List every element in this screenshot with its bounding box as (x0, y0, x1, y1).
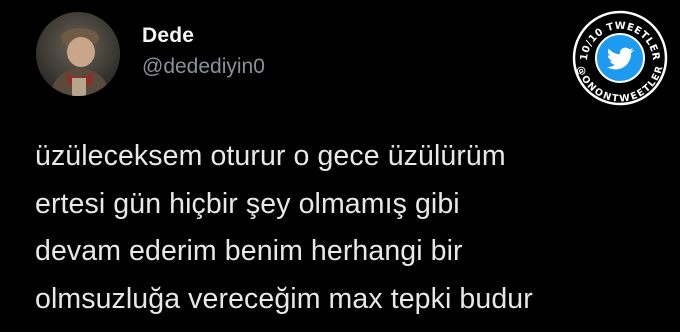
tweet-card: Dede @dedediyin0 10/10 TWEETLER @ONONTWE… (0, 0, 680, 332)
tweet-text: üzüleceksem oturur o gece üzülürüm ertes… (35, 133, 665, 323)
avatar[interactable] (36, 12, 120, 96)
tweet-text-line: devam ederim benim herhangi bir (35, 235, 463, 267)
tweet-text-line: ertesi gün hiçbir şey olmamış gibi (35, 187, 460, 220)
tweet-text-line: üzüleceksem oturur o gece üzülürüm (35, 140, 506, 172)
tweet-text-line: olmsuzluğa vereceğim max tepki budur (35, 282, 533, 315)
watermark-badge: 10/10 TWEETLER @ONONTWEETLER (572, 10, 668, 106)
author-name[interactable]: Dede (142, 24, 194, 48)
author-handle[interactable]: @dedediyin0 (142, 55, 265, 79)
